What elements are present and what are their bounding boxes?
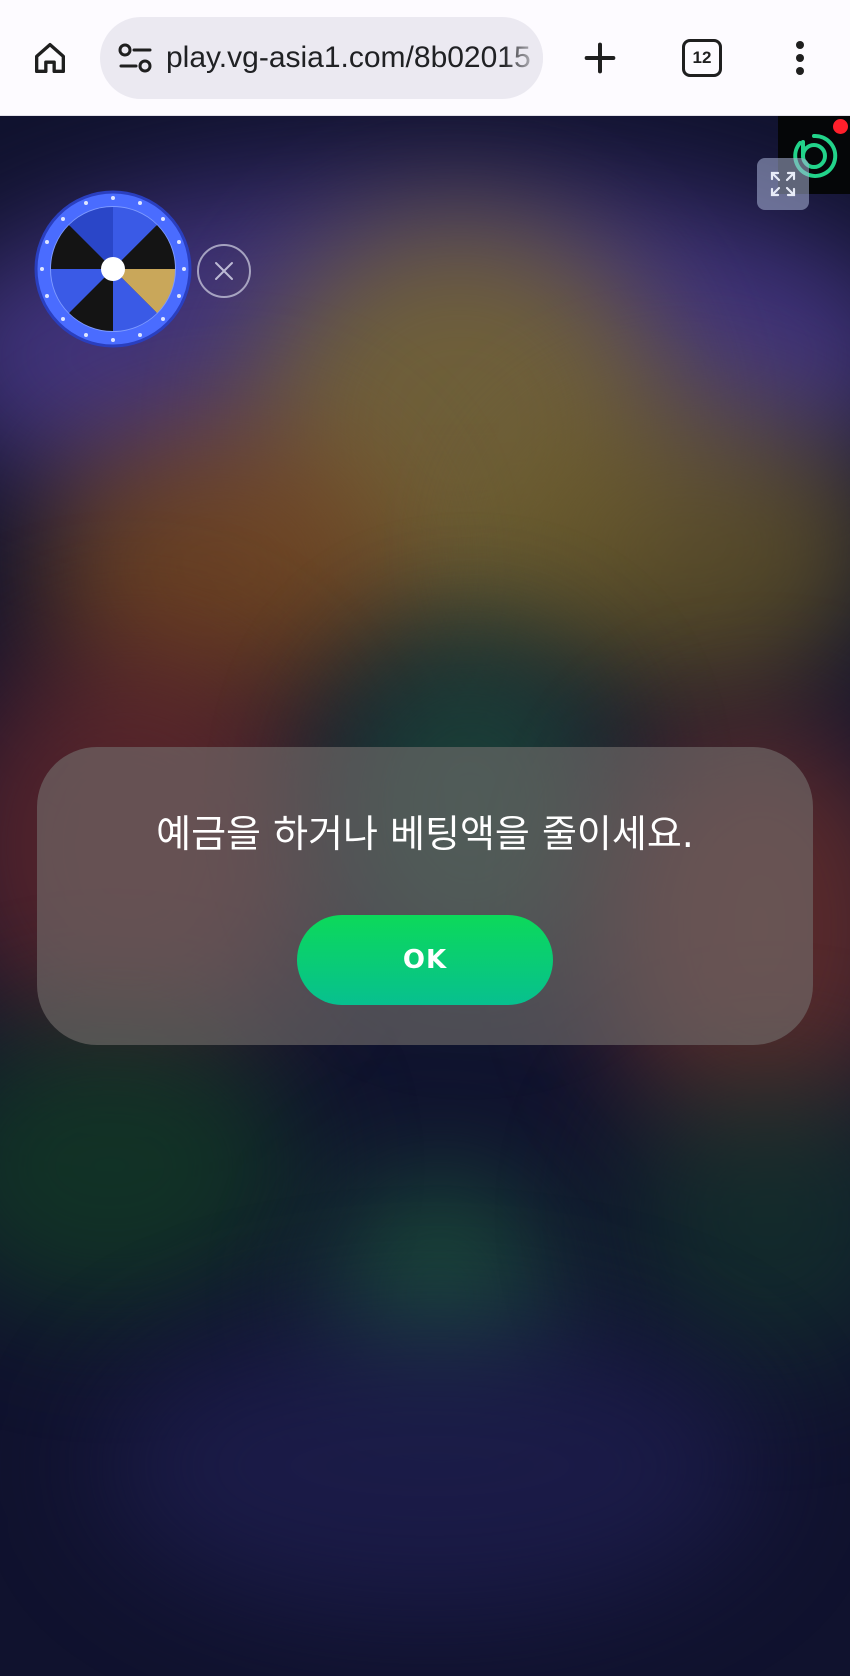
bg-blur	[500, 396, 850, 696]
browser-toolbar: play.vg-asia1.com/8b02015 12	[0, 0, 850, 116]
expand-icon	[770, 171, 796, 197]
wheel-icon	[34, 190, 192, 348]
plus-icon	[584, 42, 616, 74]
bonus-wheel[interactable]	[34, 190, 192, 348]
fullscreen-button[interactable]	[757, 158, 809, 210]
notification-dot	[833, 119, 848, 134]
url-fade	[503, 17, 543, 99]
bg-blur	[620, 1066, 850, 1366]
tab-count: 12	[682, 39, 722, 77]
bg-blur	[100, 1316, 760, 1616]
close-wheel-button[interactable]	[197, 244, 251, 298]
home-icon	[35, 43, 65, 74]
more-menu-button[interactable]	[770, 28, 830, 88]
bg-blur	[0, 1016, 300, 1316]
alert-dialog: 예금을 하거나 베팅액을 줄이세요. OK	[37, 747, 813, 1045]
url-text[interactable]: play.vg-asia1.com/8b02015	[166, 17, 536, 99]
ok-button[interactable]: OK	[297, 915, 553, 1005]
site-settings-icon[interactable]	[116, 37, 156, 79]
tab-switcher-button[interactable]: 12	[672, 28, 732, 88]
game-viewport: 예금을 하거나 베팅액을 줄이세요. OK	[0, 116, 850, 1676]
close-icon	[215, 262, 233, 280]
home-button[interactable]	[20, 28, 80, 88]
more-vert-icon	[796, 41, 804, 75]
dialog-message: 예금을 하거나 베팅액을 줄이세요.	[156, 812, 694, 856]
new-tab-button[interactable]	[570, 28, 630, 88]
address-bar[interactable]: play.vg-asia1.com/8b02015	[100, 17, 543, 99]
